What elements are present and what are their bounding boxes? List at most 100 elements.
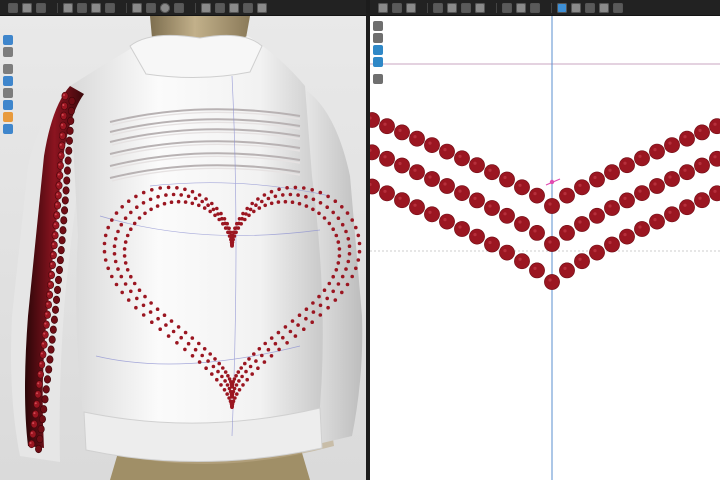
chevron-sequin-glint: [638, 154, 642, 158]
pen-icon[interactable]: [373, 33, 383, 43]
heart-sequin: [166, 185, 171, 190]
garment-3d-view[interactable]: [0, 16, 366, 480]
sequin-glint: [62, 103, 65, 106]
sequin: [63, 176, 71, 185]
selection-marker[interactable]: [545, 178, 561, 186]
display-garment-icon[interactable]: [3, 47, 13, 57]
heart-sequin: [221, 366, 225, 370]
heart-sequin: [290, 319, 295, 323]
polygon-icon[interactable]: [461, 2, 471, 13]
select-mesh-icon[interactable]: [8, 2, 18, 13]
pin-icon[interactable]: [36, 2, 46, 13]
heart-sequin: [129, 227, 133, 231]
chevron-sequin: [484, 200, 500, 216]
heart-sequin: [331, 289, 336, 294]
viewport-3d[interactable]: [0, 16, 366, 480]
texture-pattern-icon[interactable]: [613, 2, 623, 13]
heart-sequin: [302, 327, 306, 332]
heart-sequin: [257, 347, 262, 351]
segment-sew-icon[interactable]: [502, 2, 512, 13]
chevron-sequin-glint: [488, 240, 492, 245]
notch-icon[interactable]: [571, 2, 581, 13]
heart-sequin: [293, 185, 298, 190]
chevron-sequin-glint: [593, 249, 597, 253]
heart-sequin: [311, 197, 316, 202]
topstitch-icon[interactable]: [257, 2, 267, 13]
texture-icon[interactable]: [229, 2, 239, 13]
brush-icon[interactable]: [373, 21, 383, 31]
sequin: [48, 335, 56, 344]
heart-sequin: [241, 383, 245, 387]
display-mesh-icon[interactable]: [3, 76, 13, 86]
fold-icon[interactable]: [77, 2, 87, 13]
heart-sequin: [237, 379, 241, 383]
chevron-sequin: [439, 213, 455, 230]
chevron-sequin: [559, 224, 575, 241]
measure-icon[interactable]: [146, 2, 156, 13]
chevron-sequin-glint: [428, 141, 432, 145]
heart-sequin: [336, 216, 341, 220]
heart-sequin: [304, 204, 309, 208]
avatar-icon[interactable]: [132, 2, 142, 13]
display-strain-icon[interactable]: [3, 112, 13, 122]
layer-icon[interactable]: [373, 57, 383, 67]
chevron-sequin: [634, 150, 650, 167]
chevron-sequin-glint: [398, 161, 402, 166]
heart-sequin: [288, 329, 293, 334]
sequin: [44, 300, 52, 309]
check-sewing-icon[interactable]: [530, 2, 540, 13]
transform-icon[interactable]: [22, 2, 32, 13]
curve-point-icon[interactable]: [433, 2, 443, 13]
display-avatar-icon[interactable]: [3, 35, 13, 45]
pleat-icon[interactable]: [585, 2, 595, 13]
chevron-sequin-glint: [428, 175, 432, 179]
pattern-2d-view[interactable]: [370, 16, 720, 480]
collar: [129, 34, 263, 79]
heart-sequin: [169, 319, 174, 323]
heart-sequin: [106, 225, 110, 230]
rectangle-icon[interactable]: [447, 2, 457, 13]
free-sew-icon[interactable]: [516, 2, 526, 13]
heart-sequin: [119, 222, 124, 227]
sew-icon[interactable]: [63, 2, 73, 13]
add-point-icon[interactable]: [406, 2, 416, 13]
transform-pattern-icon[interactable]: [378, 2, 388, 13]
chevron-sequin: [409, 164, 425, 181]
record-icon[interactable]: [215, 2, 225, 13]
display-texture-icon[interactable]: [3, 64, 13, 74]
snapshot-icon[interactable]: [160, 2, 170, 13]
chevron-sequin-glint: [473, 161, 477, 165]
heart-sequin: [244, 369, 248, 374]
heart-sequin: [285, 186, 289, 190]
chevron-sequin-glint: [713, 189, 717, 193]
heart-sequin: [183, 200, 188, 204]
chevron-sequin-glint: [668, 175, 672, 179]
chevron-sequin-glint: [683, 168, 687, 172]
heart-sequin: [220, 374, 224, 379]
render-icon[interactable]: [201, 2, 211, 13]
heart-sequin: [211, 364, 216, 369]
chevron-sequin: [604, 200, 620, 216]
graphic-pattern-icon[interactable]: [599, 2, 609, 13]
zipper-icon[interactable]: [105, 2, 115, 13]
internal-line-icon[interactable]: [475, 2, 485, 13]
sequin-glint: [56, 193, 59, 196]
chevron-sequin: [529, 224, 545, 241]
display-fabric-icon[interactable]: [3, 100, 13, 110]
heart-sequin: [223, 226, 228, 230]
graphic-icon[interactable]: [243, 2, 253, 13]
display-pins-icon[interactable]: [3, 88, 13, 98]
heart-sequin: [150, 320, 154, 325]
globe-icon[interactable]: [373, 45, 383, 55]
heart-sequin: [254, 359, 258, 363]
heart-sequin: [222, 388, 227, 392]
chevron-sequin: [424, 206, 440, 223]
page-icon[interactable]: [373, 74, 383, 84]
button-icon[interactable]: [91, 2, 101, 13]
edit-point-icon[interactable]: [392, 2, 402, 13]
light-icon[interactable]: [174, 2, 184, 13]
viewport-2d[interactable]: [370, 16, 720, 480]
display-light-icon[interactable]: [3, 124, 13, 134]
chevron-sequin: [589, 244, 605, 261]
trim-icon[interactable]: [557, 2, 567, 13]
